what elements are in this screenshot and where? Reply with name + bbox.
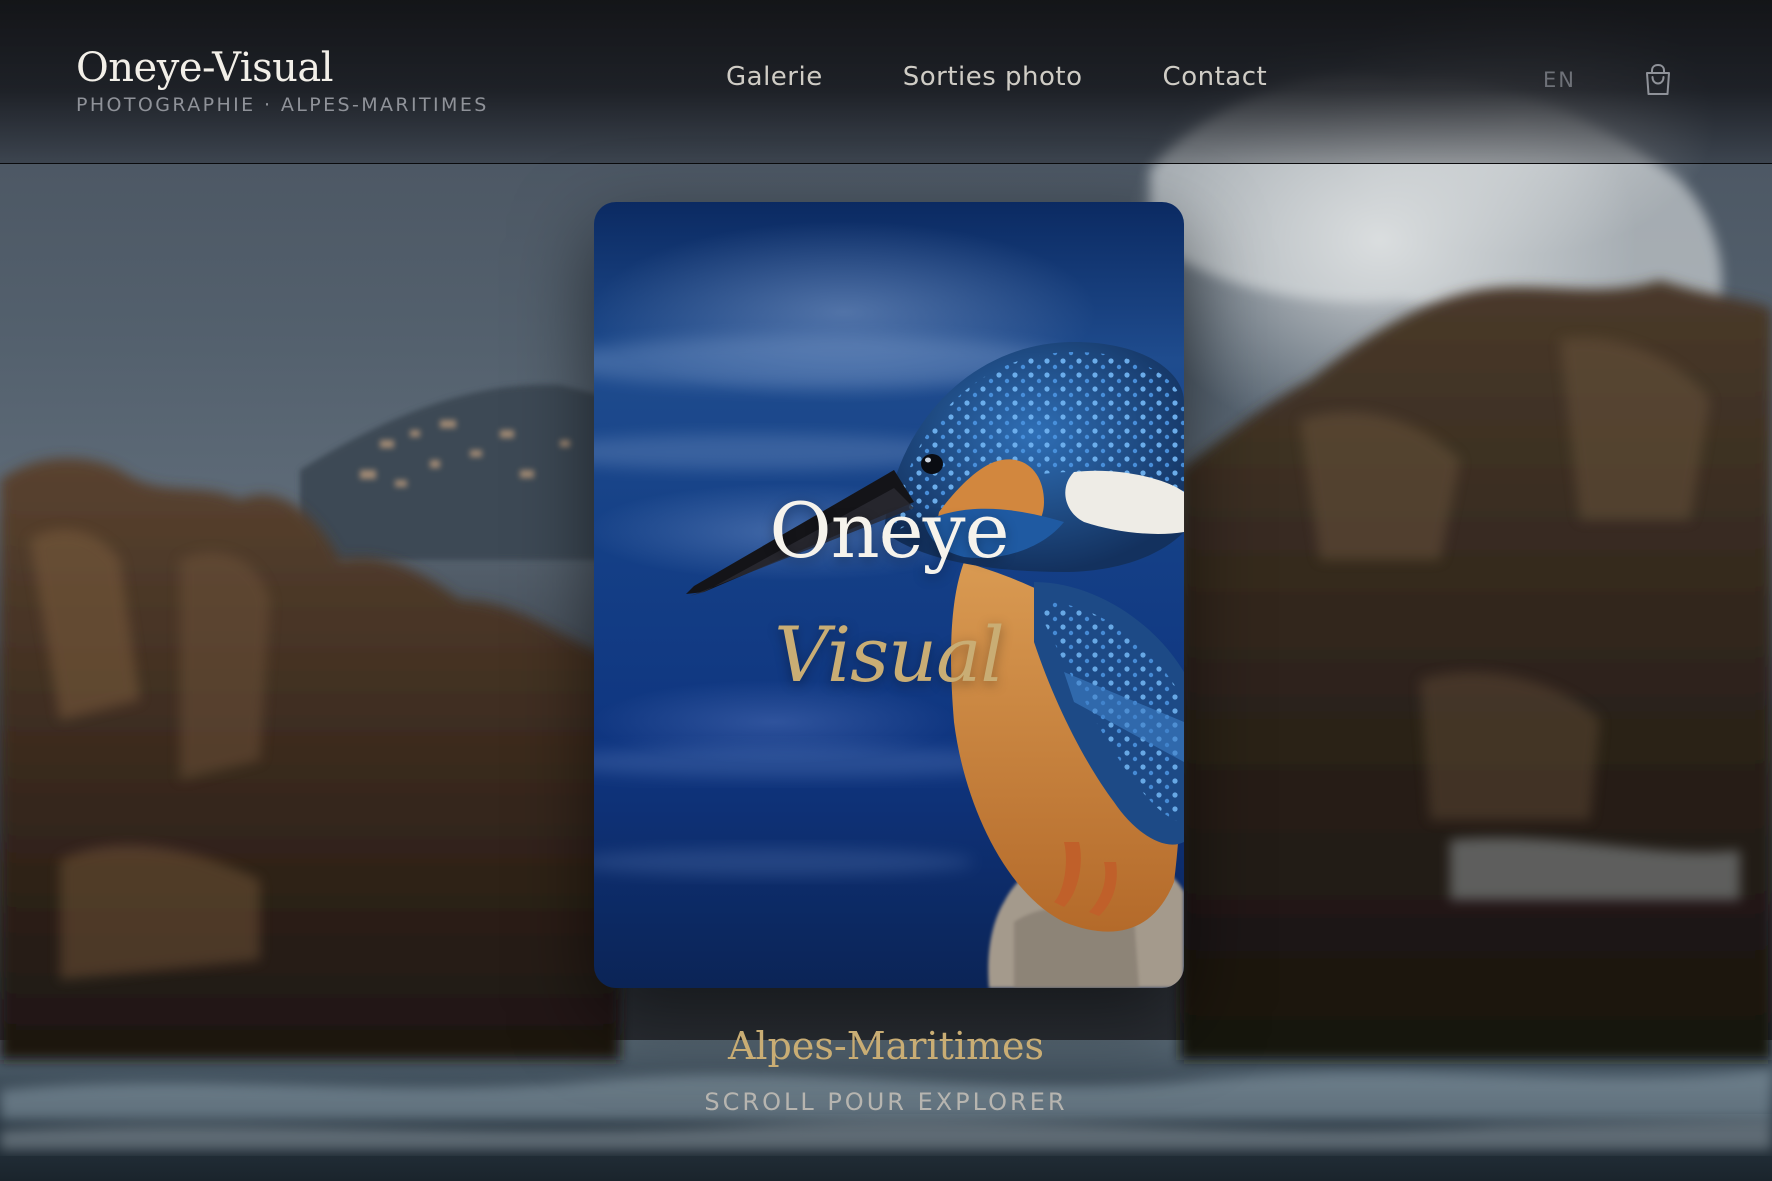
cart-button[interactable]	[1640, 62, 1676, 98]
brand-title: Oneye-Visual	[76, 45, 334, 91]
brand-subtitle: PHOTOGRAPHIE · ALPES-MARITIMES	[76, 94, 489, 116]
scroll-hint[interactable]: SCROLL POUR EXPLORER	[0, 1088, 1772, 1116]
hero-title-line2: Visual	[774, 610, 1004, 699]
site-header: Oneye-Visual PHOTOGRAPHIE · ALPES-MARITI…	[0, 0, 1772, 164]
page: Oneye-Visual PHOTOGRAPHIE · ALPES-MARITI…	[0, 0, 1772, 1181]
hero-region: Alpes-Maritimes	[727, 1024, 1045, 1068]
language-switch[interactable]: EN	[1543, 68, 1576, 92]
shopping-bag-icon	[1646, 63, 1670, 95]
kingfisher-image	[594, 336, 1184, 988]
brand-logo[interactable]: Oneye-Visual PHOTOGRAPHIE · ALPES-MARITI…	[76, 44, 489, 116]
nav-sorties-photo[interactable]: Sorties photo	[903, 62, 1083, 92]
nav-contact[interactable]: Contact	[1163, 62, 1268, 92]
main-nav: Galerie Sorties photo Contact	[726, 62, 1267, 92]
hero-title-line1: Oneye	[769, 486, 1009, 575]
nav-galerie[interactable]: Galerie	[726, 62, 823, 92]
hero-card: Oneye Visual	[594, 202, 1184, 988]
